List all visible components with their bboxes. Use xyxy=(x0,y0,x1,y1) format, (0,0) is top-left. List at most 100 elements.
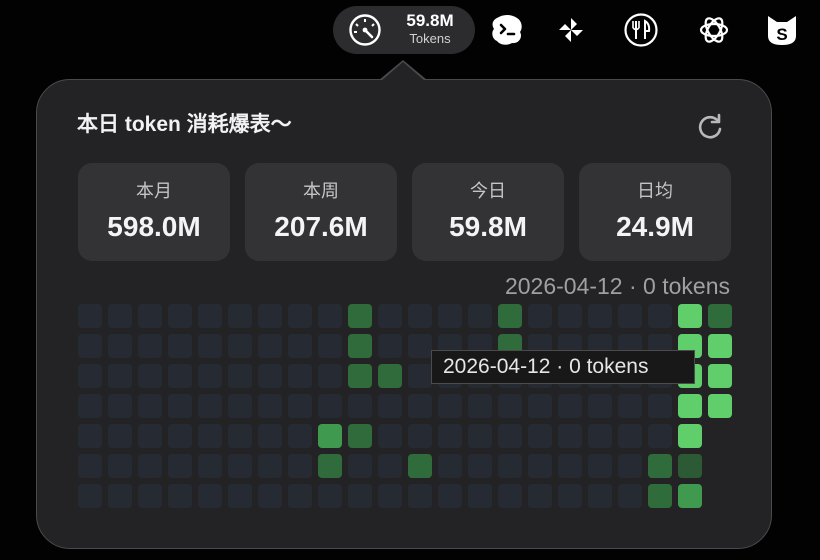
heatmap-cell[interactable] xyxy=(198,484,222,508)
heatmap-cell[interactable] xyxy=(198,334,222,358)
heatmap-cell[interactable] xyxy=(438,424,462,448)
heatmap-cell[interactable] xyxy=(588,424,612,448)
heatmap-cell[interactable] xyxy=(438,484,462,508)
heatmap-cell[interactable] xyxy=(138,364,162,388)
heatmap-cell[interactable] xyxy=(528,484,552,508)
heatmap-cell[interactable] xyxy=(108,484,132,508)
heatmap-cell[interactable] xyxy=(648,394,672,418)
heatmap-cell[interactable] xyxy=(228,394,252,418)
heatmap-cell[interactable] xyxy=(588,484,612,508)
heatmap-cell[interactable] xyxy=(528,304,552,328)
heatmap-cell[interactable] xyxy=(108,394,132,418)
heatmap-cell[interactable] xyxy=(378,424,402,448)
heatmap-cell[interactable] xyxy=(168,424,192,448)
heatmap-cell[interactable] xyxy=(678,454,702,478)
heatmap-cell[interactable] xyxy=(378,334,402,358)
heatmap-cell[interactable] xyxy=(618,304,642,328)
heatmap-cell[interactable] xyxy=(558,394,582,418)
heatmap-cell[interactable] xyxy=(588,304,612,328)
heatmap-cell[interactable] xyxy=(558,484,582,508)
heatmap-cell[interactable] xyxy=(678,424,702,448)
heatmap-cell[interactable] xyxy=(468,454,492,478)
heatmap-cell[interactable] xyxy=(378,454,402,478)
heatmap-cell[interactable] xyxy=(228,364,252,388)
heatmap-cell[interactable] xyxy=(648,454,672,478)
heatmap-cell[interactable] xyxy=(138,424,162,448)
heatmap-cell[interactable] xyxy=(108,364,132,388)
heatmap-cell[interactable] xyxy=(648,304,672,328)
heatmap-cell[interactable] xyxy=(168,484,192,508)
heatmap-cell[interactable] xyxy=(108,424,132,448)
heatmap-cell[interactable] xyxy=(258,304,282,328)
fork-knife-icon[interactable] xyxy=(623,12,659,48)
heatmap-cell[interactable] xyxy=(168,364,192,388)
heatmap-cell[interactable] xyxy=(408,424,432,448)
heatmap-cell[interactable] xyxy=(618,484,642,508)
heatmap-cell[interactable] xyxy=(228,334,252,358)
heatmap-cell[interactable] xyxy=(468,304,492,328)
heatmap-cell[interactable] xyxy=(408,454,432,478)
cat-s-icon[interactable]: S xyxy=(764,12,800,48)
heatmap-cell[interactable] xyxy=(168,334,192,358)
heatmap-cell[interactable] xyxy=(498,424,522,448)
heatmap-cell[interactable] xyxy=(408,394,432,418)
heatmap-cell[interactable] xyxy=(528,454,552,478)
heatmap-cell[interactable] xyxy=(288,334,312,358)
heatmap-cell[interactable] xyxy=(168,394,192,418)
openai-icon[interactable] xyxy=(696,12,732,48)
heatmap-cell[interactable] xyxy=(318,364,342,388)
heatmap-cell[interactable] xyxy=(108,454,132,478)
heatmap-cell[interactable] xyxy=(678,304,702,328)
pinwheel-icon[interactable] xyxy=(553,12,589,48)
heatmap-cell[interactable] xyxy=(348,334,372,358)
heatmap-cell[interactable] xyxy=(198,424,222,448)
heatmap-cell[interactable] xyxy=(198,454,222,478)
heatmap-cell[interactable] xyxy=(198,304,222,328)
heatmap-cell[interactable] xyxy=(408,484,432,508)
heatmap-cell[interactable] xyxy=(468,394,492,418)
heatmap-cell[interactable] xyxy=(258,394,282,418)
heatmap-cell[interactable] xyxy=(168,304,192,328)
heatmap-cell[interactable] xyxy=(258,424,282,448)
heatmap-cell[interactable] xyxy=(78,304,102,328)
heatmap-cell[interactable] xyxy=(348,424,372,448)
heatmap-cell[interactable] xyxy=(558,424,582,448)
heatmap-cell[interactable] xyxy=(78,364,102,388)
heatmap-cell[interactable] xyxy=(318,424,342,448)
heatmap-cell[interactable] xyxy=(288,364,312,388)
heatmap-cell[interactable] xyxy=(78,484,102,508)
heatmap-cell[interactable] xyxy=(408,304,432,328)
heatmap-cell[interactable] xyxy=(378,364,402,388)
heatmap-cell[interactable] xyxy=(258,454,282,478)
heatmap-cell[interactable] xyxy=(438,454,462,478)
heatmap-cell[interactable] xyxy=(228,454,252,478)
token-usage-status-item[interactable]: 59.8M Tokens xyxy=(333,6,475,54)
heatmap-cell[interactable] xyxy=(618,394,642,418)
heatmap-cell[interactable] xyxy=(198,364,222,388)
heatmap-cell[interactable] xyxy=(468,484,492,508)
heatmap-cell[interactable] xyxy=(648,484,672,508)
heatmap-cell[interactable] xyxy=(138,334,162,358)
heatmap-cell[interactable] xyxy=(138,304,162,328)
terminal-face-icon[interactable] xyxy=(489,12,525,48)
heatmap-cell[interactable] xyxy=(288,304,312,328)
heatmap-cell[interactable] xyxy=(528,424,552,448)
heatmap-cell[interactable] xyxy=(318,334,342,358)
heatmap-cell[interactable] xyxy=(618,424,642,448)
heatmap-cell[interactable] xyxy=(678,394,702,418)
heatmap-cell[interactable] xyxy=(708,394,732,418)
heatmap-cell[interactable] xyxy=(378,394,402,418)
heatmap-cell[interactable] xyxy=(288,424,312,448)
heatmap-cell[interactable] xyxy=(708,364,732,388)
heatmap-cell[interactable] xyxy=(288,394,312,418)
heatmap-cell[interactable] xyxy=(228,304,252,328)
heatmap-cell[interactable] xyxy=(408,364,432,388)
heatmap-cell[interactable] xyxy=(228,424,252,448)
heatmap-cell[interactable] xyxy=(348,304,372,328)
heatmap-cell[interactable] xyxy=(78,424,102,448)
heatmap-cell[interactable] xyxy=(498,304,522,328)
heatmap-cell[interactable] xyxy=(78,454,102,478)
heatmap-cell[interactable] xyxy=(348,454,372,478)
heatmap-cell[interactable] xyxy=(528,394,552,418)
heatmap-cell[interactable] xyxy=(348,394,372,418)
